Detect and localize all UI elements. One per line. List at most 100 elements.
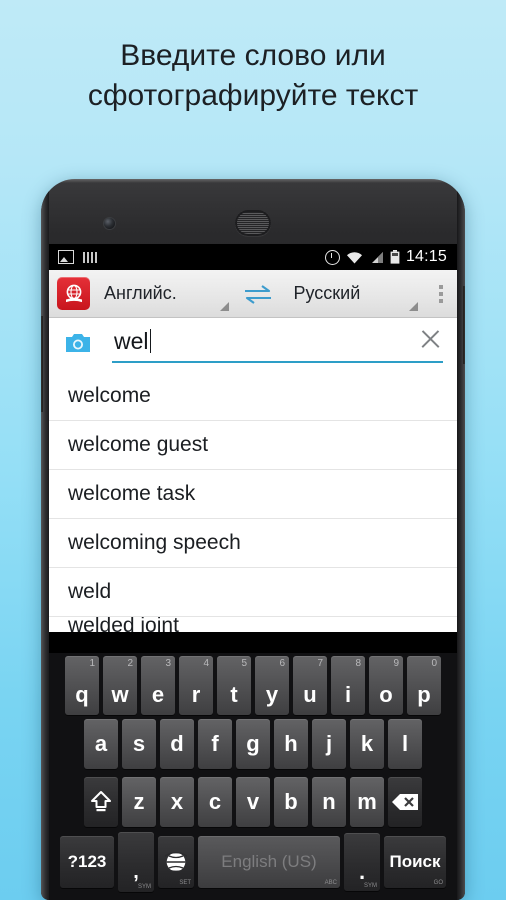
volume-button-left[interactable] bbox=[41, 316, 43, 412]
search-enter-key[interactable]: Поиск GO bbox=[384, 836, 446, 888]
key-u[interactable]: 7u bbox=[293, 655, 327, 715]
key-label: u bbox=[303, 681, 317, 707]
target-language-selector[interactable]: Русский bbox=[280, 270, 426, 317]
key-d[interactable]: d bbox=[160, 719, 194, 769]
key-label: w bbox=[111, 681, 129, 707]
power-button-right[interactable] bbox=[463, 286, 465, 364]
key-label: q bbox=[75, 681, 89, 707]
key-f[interactable]: f bbox=[198, 719, 232, 769]
space-key[interactable]: English (US) ABC bbox=[198, 836, 340, 888]
screenshot-icon bbox=[58, 250, 74, 264]
source-language-selector[interactable]: Английс. bbox=[90, 270, 236, 317]
key-label: e bbox=[151, 681, 165, 707]
status-bar-right: 14:15 bbox=[324, 248, 457, 266]
front-camera-icon bbox=[104, 218, 115, 229]
key-j[interactable]: j bbox=[312, 719, 346, 769]
key-hint: 6 bbox=[279, 657, 285, 669]
signal-icon bbox=[371, 251, 383, 263]
key-sublabel: SYM bbox=[363, 883, 377, 889]
key-hint: 1 bbox=[89, 657, 95, 669]
list-item[interactable]: weld bbox=[49, 567, 457, 616]
key-p[interactable]: 0p bbox=[407, 655, 441, 715]
key-o[interactable]: 9o bbox=[369, 655, 403, 715]
camera-icon[interactable] bbox=[65, 332, 91, 354]
key-label: . bbox=[358, 859, 366, 884]
suggestion-list: welcome welcome guest welcome task welco… bbox=[49, 371, 457, 632]
suggestion-label: welded joint bbox=[68, 616, 179, 632]
key-hint: 4 bbox=[203, 657, 209, 669]
key-a[interactable]: a bbox=[84, 719, 118, 769]
keyboard-icon bbox=[83, 251, 99, 263]
keyboard-row-1: 1q 2w 3e 4r 5t 6y 7u 8i 9o 0p bbox=[49, 653, 457, 715]
key-hint: 5 bbox=[241, 657, 247, 669]
key-m[interactable]: m bbox=[350, 777, 384, 827]
onscreen-keyboard: 1q 2w 3e 4r 5t 6y 7u 8i 9o 0p a s d f g … bbox=[49, 652, 457, 900]
keyboard-row-2: a s d f g h j k l bbox=[49, 715, 457, 773]
suggestion-label: welcome guest bbox=[68, 433, 209, 456]
earpiece-speaker bbox=[235, 210, 271, 236]
shift-key[interactable] bbox=[84, 777, 118, 827]
key-label: p bbox=[417, 681, 431, 707]
list-item[interactable]: welcoming speech bbox=[49, 518, 457, 567]
overflow-dot bbox=[439, 298, 443, 303]
key-b[interactable]: b bbox=[274, 777, 308, 827]
clear-x-icon[interactable] bbox=[417, 326, 443, 352]
key-hint: 9 bbox=[393, 657, 399, 669]
key-label: ?123 bbox=[67, 852, 107, 871]
key-h[interactable]: h bbox=[274, 719, 308, 769]
list-item[interactable]: welded joint bbox=[49, 616, 457, 632]
swap-languages-button[interactable] bbox=[236, 284, 280, 304]
key-z[interactable]: z bbox=[122, 777, 156, 827]
key-t[interactable]: 5t bbox=[217, 655, 251, 715]
promo-headline-line1: Введите слово или bbox=[120, 39, 386, 72]
key-label: English (US) bbox=[221, 852, 317, 871]
search-bar: wel bbox=[49, 318, 457, 371]
key-s[interactable]: s bbox=[122, 719, 156, 769]
overflow-menu-icon[interactable] bbox=[425, 270, 457, 317]
phone-bezel-left bbox=[41, 179, 49, 900]
key-sublabel: GO bbox=[433, 880, 443, 886]
promo-headline: Введите слово или сфотографируйте текст bbox=[0, 36, 506, 116]
comma-key[interactable]: , SYM bbox=[118, 832, 154, 892]
key-hint: 3 bbox=[165, 657, 171, 669]
promo-headline-line2: сфотографируйте текст bbox=[87, 79, 419, 112]
status-bar-clock: 14:15 bbox=[405, 248, 447, 265]
period-key[interactable]: . SYM bbox=[344, 833, 380, 891]
key-e[interactable]: 3e bbox=[141, 655, 175, 715]
dictionary-globe-icon[interactable] bbox=[57, 277, 90, 310]
key-k[interactable]: k bbox=[350, 719, 384, 769]
key-g[interactable]: g bbox=[236, 719, 270, 769]
shift-arrow-icon bbox=[91, 791, 111, 812]
battery-icon bbox=[390, 250, 400, 264]
backspace-key[interactable] bbox=[388, 777, 422, 827]
key-l[interactable]: l bbox=[388, 719, 422, 769]
symbols-key[interactable]: ?123 bbox=[60, 836, 114, 888]
search-input[interactable]: wel bbox=[112, 327, 443, 363]
language-switch-key[interactable]: SET bbox=[158, 836, 194, 888]
suggestion-label: weld bbox=[68, 580, 112, 603]
language-globe-icon bbox=[165, 852, 187, 873]
key-label: i bbox=[344, 681, 352, 707]
key-label: y bbox=[265, 681, 279, 707]
key-label: t bbox=[230, 681, 238, 707]
list-item[interactable]: welcome task bbox=[49, 469, 457, 518]
key-x[interactable]: x bbox=[160, 777, 194, 827]
key-y[interactable]: 6y bbox=[255, 655, 289, 715]
list-item[interactable]: welcome bbox=[49, 371, 457, 420]
source-language-label: Английс. bbox=[104, 283, 177, 303]
search-input-value: wel bbox=[114, 328, 149, 354]
key-i[interactable]: 8i bbox=[331, 655, 365, 715]
key-q[interactable]: 1q bbox=[65, 655, 99, 715]
key-sublabel: SYM bbox=[137, 884, 151, 890]
key-w[interactable]: 2w bbox=[103, 655, 137, 715]
list-item[interactable]: welcome guest bbox=[49, 420, 457, 469]
key-v[interactable]: v bbox=[236, 777, 270, 827]
overflow-dot bbox=[439, 284, 443, 289]
key-r[interactable]: 4r bbox=[179, 655, 213, 715]
suggestion-label: welcome bbox=[68, 383, 151, 407]
keyboard-row-4: ?123 , SYM SET English (US) ABC . SYM Поиск… bbox=[49, 831, 457, 899]
phone-mockup: 14:15 Английс. Русский wel welcome welco… bbox=[41, 179, 465, 900]
key-c[interactable]: c bbox=[198, 777, 232, 827]
app-toolbar: Английс. Русский bbox=[49, 270, 457, 318]
key-n[interactable]: n bbox=[312, 777, 346, 827]
